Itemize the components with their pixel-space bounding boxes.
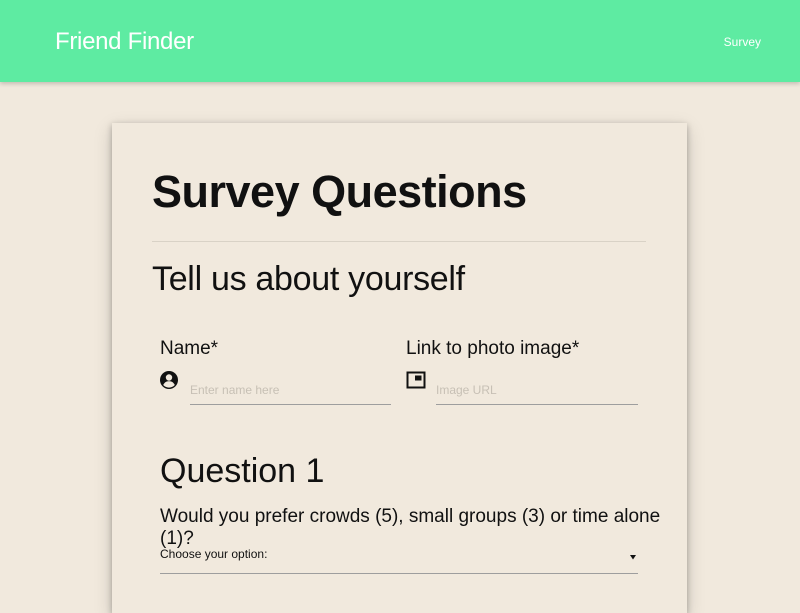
picture-in-picture-icon: [406, 370, 426, 390]
survey-card: Survey Questions Tell us about yourself …: [112, 123, 687, 613]
photo-label: Link to photo image*: [406, 338, 580, 359]
name-label: Name*: [160, 338, 219, 359]
nav-link-survey[interactable]: Survey: [724, 35, 761, 49]
select-selected-value: Choose your option:: [160, 547, 268, 561]
question-title: Question 1: [160, 452, 325, 490]
photo-url-input[interactable]: [436, 375, 638, 405]
title-divider: [152, 241, 646, 242]
brand-logo[interactable]: Friend Finder: [55, 28, 194, 56]
section-heading: Tell us about yourself: [152, 260, 465, 298]
top-navbar: Friend Finder Survey: [0, 0, 800, 82]
account-circle-icon: [159, 370, 179, 390]
name-input[interactable]: [190, 375, 391, 405]
page-title: Survey Questions: [152, 166, 527, 217]
caret-down-icon[interactable]: [628, 549, 638, 560]
question-1-select[interactable]: Choose your option:: [160, 542, 638, 574]
